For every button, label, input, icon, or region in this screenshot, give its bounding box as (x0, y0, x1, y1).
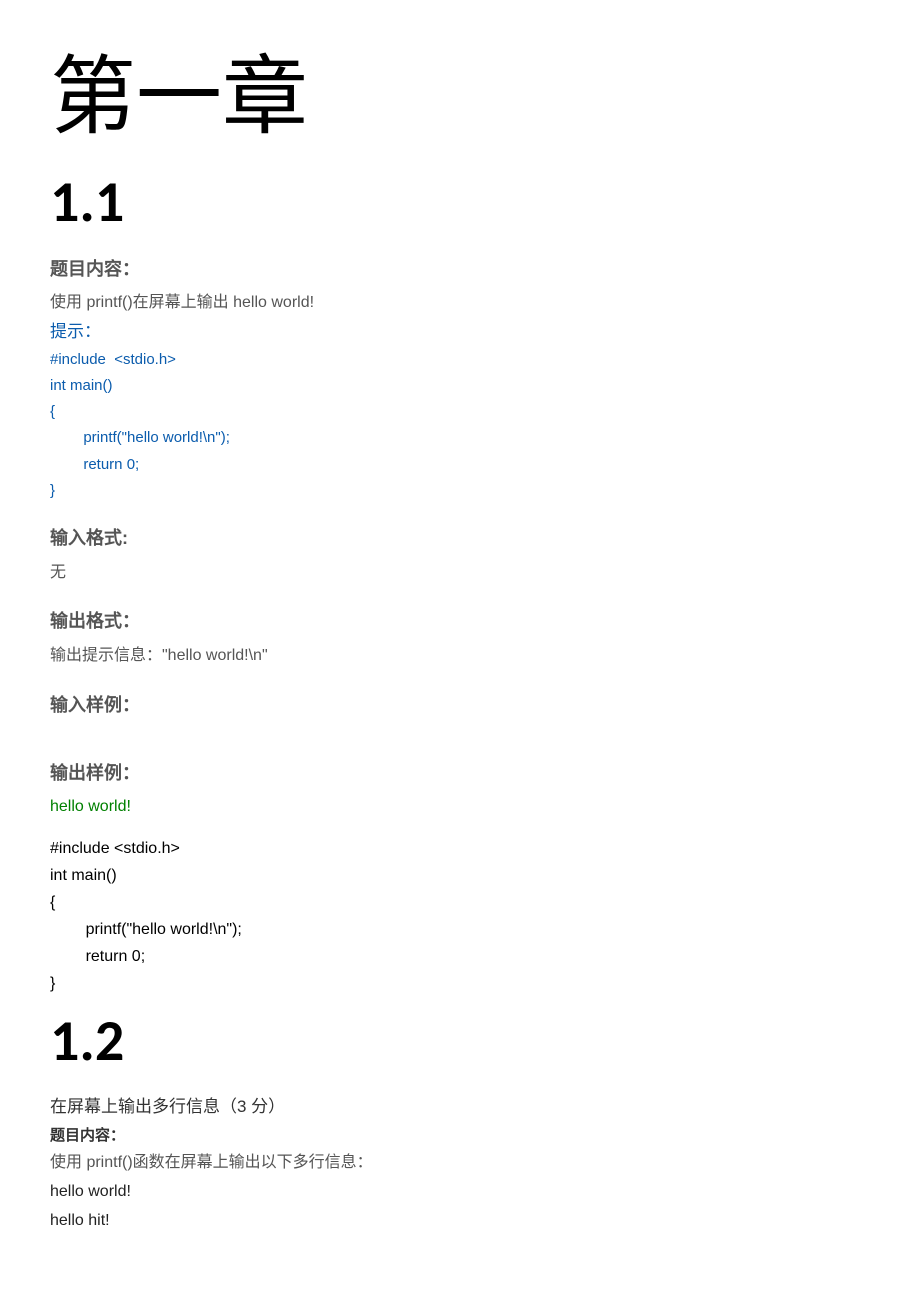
topic-text: 使用 printf()在屏幕上输出 hello world! (50, 289, 870, 318)
topic-label-2: 题目内容： (50, 1122, 870, 1149)
chapter-title: 第一章 (50, 50, 870, 145)
input-sample-label: 输入样例： (50, 689, 870, 721)
topic-text-2: 使用 printf()函数在屏幕上输出以下多行信息： (50, 1149, 870, 1178)
solution-code-block: #include <stdio.h> int main() { printf("… (50, 835, 870, 998)
output-line-1: hello world! (50, 1178, 870, 1207)
output-format-text: 输出提示信息："hello world!\n" (50, 642, 870, 671)
output-format-label: 输出格式： (50, 605, 870, 637)
hint-label: 提示： (50, 318, 870, 347)
section-1-number: 1.1 (50, 173, 870, 231)
input-format-text: 无 (50, 559, 870, 588)
topic-label: 题目内容： (50, 253, 870, 285)
hint-code-block: #include <stdio.h> int main() { printf("… (50, 347, 870, 505)
section-2-number: 1.2 (50, 1012, 870, 1070)
output-sample-text: hello world! (50, 793, 870, 820)
output-sample-label: 输出样例： (50, 757, 870, 789)
output-line-2: hello hit! (50, 1207, 870, 1236)
section-2-title: 在屏幕上输出多行信息（3 分） (50, 1092, 870, 1123)
input-format-label: 输入格式: (50, 522, 870, 554)
